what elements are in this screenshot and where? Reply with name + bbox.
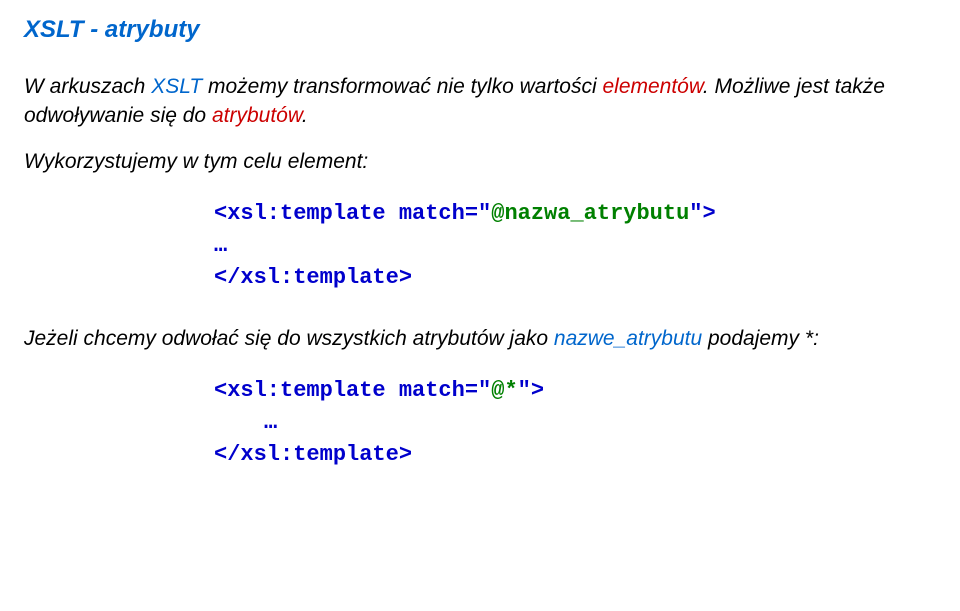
- code-tag: ">: [518, 378, 544, 403]
- code-line: …: [264, 407, 936, 439]
- keyword-atrybutow: atrybutów: [212, 104, 302, 127]
- paragraph-1: W arkuszach XSLT możemy transformować ni…: [24, 72, 936, 131]
- text-fragment: .: [302, 104, 308, 127]
- keyword-nazwe-atrybutu: nazwe_atrybutu: [554, 327, 702, 350]
- code-line: </xsl:template>: [214, 439, 936, 471]
- code-example-2: <xsl:template match="@*"> … </xsl:templa…: [214, 375, 936, 471]
- text-fragment: możemy transformować nie tylko wartości: [202, 75, 602, 98]
- text-fragment: :: [813, 327, 819, 350]
- code-example-1: <xsl:template match="@nazwa_atrybutu"> ……: [214, 198, 936, 294]
- code-tag: <xsl:template match=": [214, 201, 491, 226]
- text-fragment: podajemy: [702, 327, 805, 350]
- code-attribute-value: @*: [491, 378, 517, 403]
- keyword-elementow: elementów: [602, 75, 702, 98]
- text-fragment: W arkuszach: [24, 75, 151, 98]
- paragraph-2: Wykorzystujemy w tym celu element:: [24, 147, 936, 176]
- text-fragment: Jeżeli chcemy odwołać się do wszystkich …: [24, 327, 554, 350]
- code-tag: ">: [689, 201, 715, 226]
- code-line: </xsl:template>: [214, 262, 936, 294]
- code-line: <xsl:template match="@*">: [214, 375, 936, 407]
- code-line: …: [214, 230, 936, 262]
- keyword-xslt: XSLT: [151, 75, 202, 98]
- code-line: <xsl:template match="@nazwa_atrybutu">: [214, 198, 936, 230]
- code-tag: <xsl:template match=": [214, 378, 491, 403]
- paragraph-3: Jeżeli chcemy odwołać się do wszystkich …: [24, 324, 936, 353]
- text-fragment: *: [805, 327, 813, 350]
- page-title: XSLT - atrybuty: [24, 16, 936, 44]
- code-attribute-value: @nazwa_atrybutu: [491, 201, 689, 226]
